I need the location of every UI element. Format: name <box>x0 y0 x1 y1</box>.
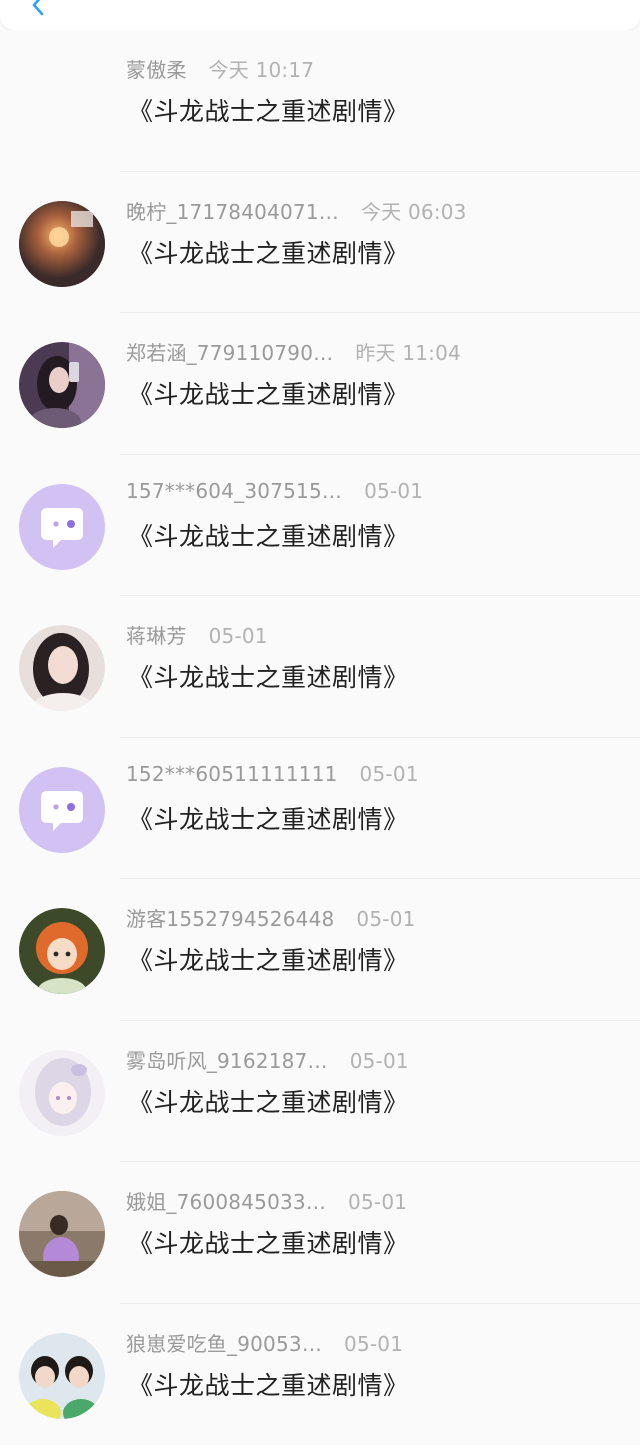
message-meta: 狼崽爱吃鱼_90053… 05-01 <box>126 1328 403 1358</box>
message-row[interactable]: 蒙傲柔今天 10:17 《斗龙战士之重述剧情》 <box>0 30 640 172</box>
avatar[interactable] <box>19 908 105 994</box>
message-time: 05-01 <box>348 1190 407 1214</box>
top-bar <box>0 0 640 30</box>
message-text: 《斗龙战士之重述剧情》 <box>128 375 409 411</box>
message-row[interactable]: 狼崽爱吃鱼_90053… 05-01 《斗龙战士之重述剧情》 <box>0 1304 640 1445</box>
avatar[interactable] <box>19 1191 105 1277</box>
message-time: 05-01 <box>350 1049 409 1073</box>
avatar[interactable] <box>19 625 105 711</box>
message-meta: 娥姐_7600845033… 05-01 <box>126 1186 407 1216</box>
chat-bubble-icon[interactable] <box>19 484 105 570</box>
message-meta: 郑若涵_779110790… 昨天 11:04 <box>126 337 461 367</box>
message-text: 《斗龙战士之重述剧情》 <box>128 800 409 836</box>
message-time: 今天 10:17 <box>209 54 315 83</box>
avatar[interactable] <box>19 1333 105 1419</box>
sender-name: 152***60511111111 <box>126 762 338 786</box>
sender-name: 游客1552794526448 <box>126 903 334 932</box>
message-time: 05-01 <box>209 624 268 648</box>
message-meta: 游客1552794526448 05-01 <box>126 903 416 933</box>
chevron-left-icon[interactable] <box>28 0 50 16</box>
message-row[interactable]: 蒋琳芳 05-01 《斗龙战士之重述剧情》 <box>0 596 640 738</box>
message-time: 05-01 <box>356 907 415 931</box>
sender-name: 蒙傲柔 <box>126 54 187 83</box>
sender-name: 蒋琳芳 <box>126 620 187 649</box>
message-meta: 雾岛听风_9162187… 05-01 <box>126 1045 409 1075</box>
message-text: 《斗龙战士之重述剧情》 <box>128 1224 409 1260</box>
message-row[interactable]: 游客1552794526448 05-01 《斗龙战士之重述剧情》 <box>0 879 640 1021</box>
avatar[interactable] <box>19 1050 105 1136</box>
message-text: 《斗龙战士之重述剧情》 <box>128 1083 409 1119</box>
sender-name: 娥姐_7600845033… <box>126 1186 326 1215</box>
message-text: 《斗龙战士之重述剧情》 <box>128 92 409 128</box>
sender-name: 狼崽爱吃鱼_90053… <box>126 1328 322 1357</box>
message-row[interactable]: 雾岛听风_9162187… 05-01 《斗龙战士之重述剧情》 <box>0 1021 640 1163</box>
message-row[interactable]: 郑若涵_779110790… 昨天 11:04 《斗龙战士之重述剧情》 <box>0 313 640 455</box>
sender-name: 雾岛听风_9162187… <box>126 1045 328 1074</box>
message-time: 昨天 11:04 <box>355 337 461 366</box>
message-row[interactable]: 娥姐_7600845033… 05-01 《斗龙战士之重述剧情》 <box>0 1162 640 1304</box>
message-meta: 晚柠_17178404071… 今天 06:03 <box>126 196 467 226</box>
message-text: 《斗龙战士之重述剧情》 <box>128 658 409 694</box>
message-time: 05-01 <box>344 1332 403 1356</box>
message-meta: 蒙傲柔今天 10:17 <box>126 54 314 84</box>
message-row[interactable]: 157***604_307515… 05-01 《斗龙战士之重述剧情》 <box>0 455 640 597</box>
message-text: 《斗龙战士之重述剧情》 <box>128 234 409 270</box>
message-text: 《斗龙战士之重述剧情》 <box>128 941 409 977</box>
sender-name: 157***604_307515… <box>126 479 342 503</box>
message-row[interactable]: 晚柠_17178404071… 今天 06:03 《斗龙战士之重述剧情》 <box>0 172 640 314</box>
avatar[interactable] <box>19 342 105 428</box>
avatar[interactable] <box>19 201 105 287</box>
chat-bubble-icon[interactable] <box>19 767 105 853</box>
message-meta: 157***604_307515… 05-01 <box>126 479 423 509</box>
message-row[interactable]: 152***60511111111 05-01 《斗龙战士之重述剧情》 <box>0 738 640 880</box>
message-time: 05-01 <box>364 479 423 503</box>
message-list: 蒙傲柔今天 10:17 《斗龙战士之重述剧情》 <box>0 30 640 1445</box>
message-time: 今天 06:03 <box>361 196 467 225</box>
message-text: 《斗龙战士之重述剧情》 <box>128 517 409 553</box>
message-text: 《斗龙战士之重述剧情》 <box>128 1366 409 1402</box>
message-meta: 蒋琳芳 05-01 <box>126 620 268 650</box>
sender-name: 郑若涵_779110790… <box>126 337 333 366</box>
message-time: 05-01 <box>360 762 419 786</box>
sender-name: 晚柠_17178404071… <box>126 196 339 225</box>
message-meta: 152***60511111111 05-01 <box>126 762 419 792</box>
